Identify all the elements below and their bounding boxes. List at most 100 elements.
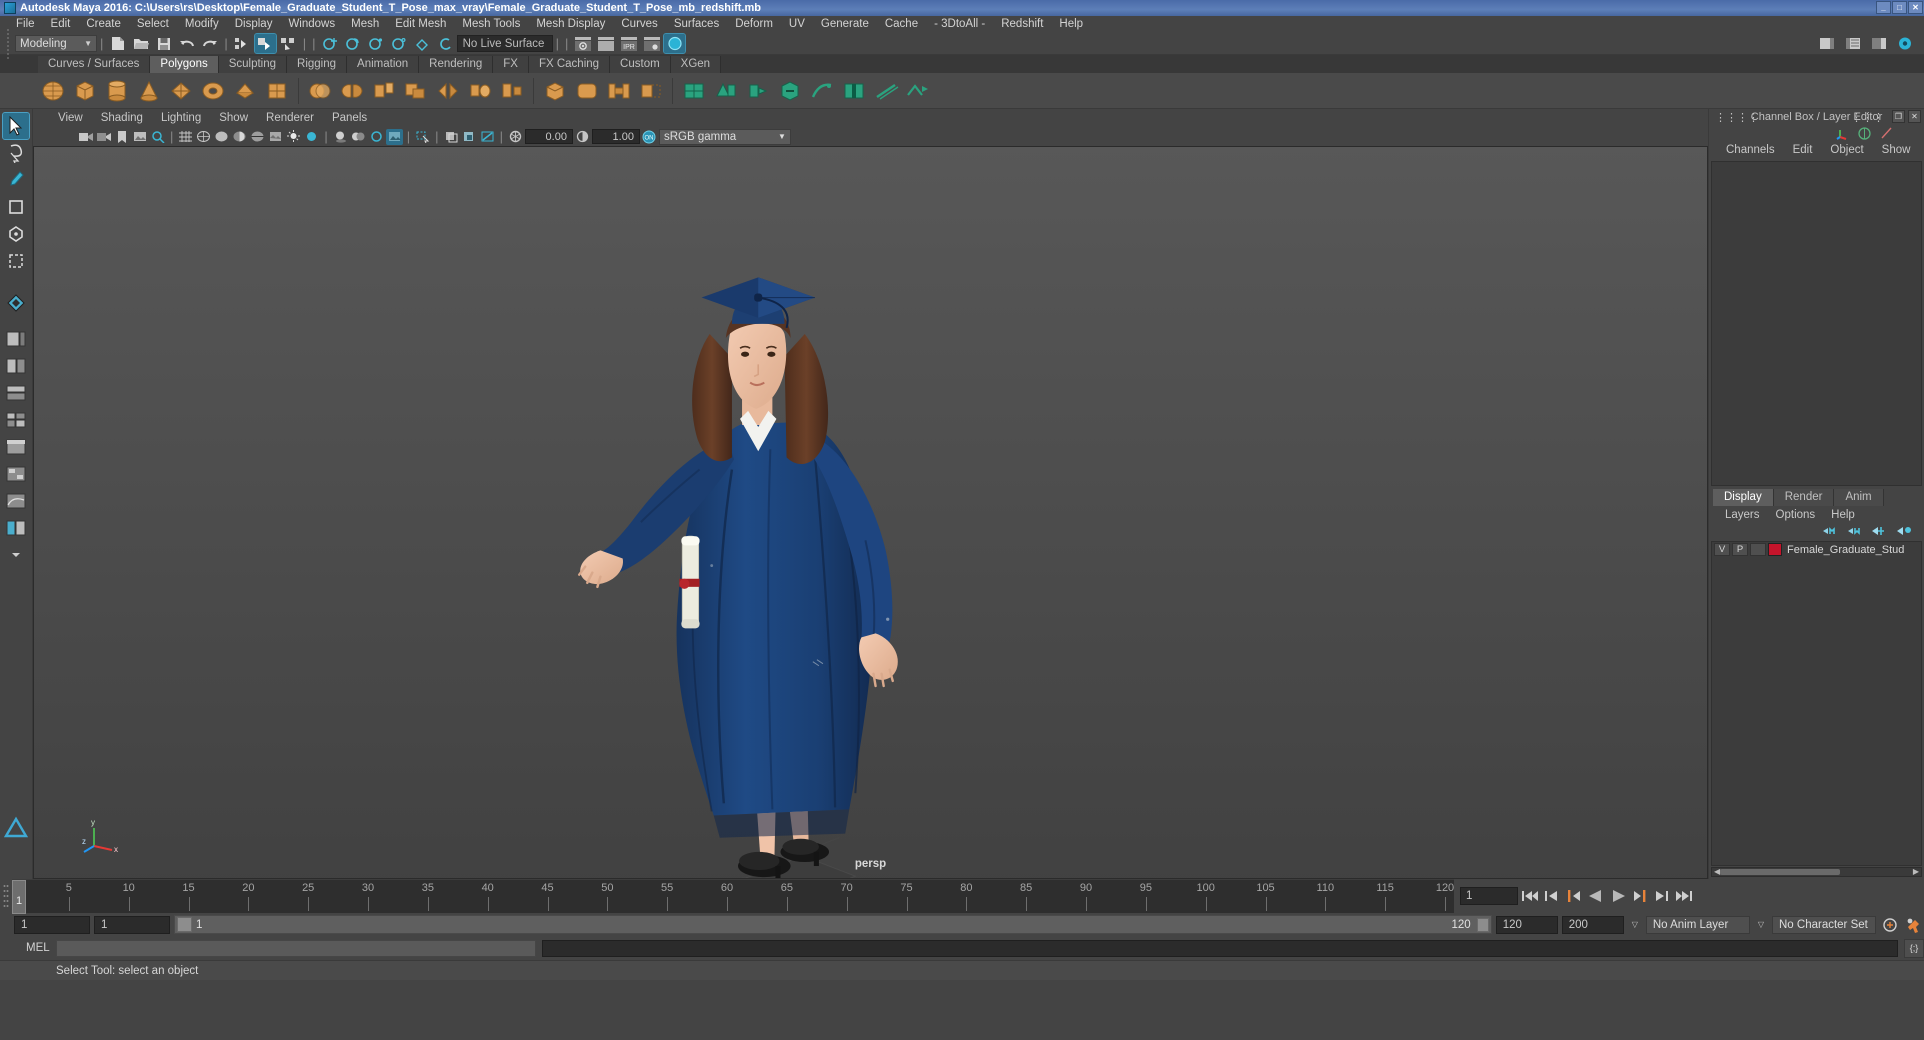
manipulator-axis-icon[interactable] bbox=[1835, 126, 1850, 141]
go-to-start-button[interactable] bbox=[1520, 886, 1540, 906]
minimize-button[interactable]: _ bbox=[1876, 1, 1891, 14]
layer-menu-options[interactable]: Options bbox=[1768, 509, 1824, 521]
anim-end-time-field[interactable]: 200 bbox=[1561, 915, 1624, 934]
gamma-icon[interactable] bbox=[574, 129, 591, 145]
paint-select-tool-button[interactable] bbox=[3, 167, 29, 193]
hypershade-layout-button[interactable] bbox=[3, 461, 29, 487]
shelf-sphere-icon[interactable] bbox=[38, 76, 68, 106]
shelf-offset-edge-loop-icon[interactable] bbox=[871, 76, 901, 106]
smooth-shade-selected-icon[interactable] bbox=[231, 129, 248, 145]
anim-layer-selector[interactable]: No Anim Layer bbox=[1645, 915, 1750, 934]
new-scene-button[interactable] bbox=[107, 34, 128, 53]
snap-to-projected-center-icon[interactable] bbox=[389, 34, 410, 53]
panel-grip[interactable]: ⋮⋮⋮⋮ bbox=[1715, 111, 1759, 124]
layer-list-horizontal-scrollbar[interactable]: ◀ ▶ bbox=[1711, 867, 1922, 877]
panel-grip-right[interactable]: ⋮⋮⋮ bbox=[1851, 111, 1884, 124]
image-plane-icon[interactable] bbox=[131, 129, 148, 145]
viewport-menu-renderer[interactable]: Renderer bbox=[257, 109, 323, 127]
display-layer-list[interactable]: V P Female_Graduate_Stud bbox=[1711, 541, 1922, 866]
anti-aliasing-icon[interactable] bbox=[368, 129, 385, 145]
layer-tab-display[interactable]: Display bbox=[1713, 489, 1774, 506]
close-button[interactable]: ✕ bbox=[1908, 1, 1923, 14]
shelf-tab-xgen[interactable]: XGen bbox=[670, 56, 722, 73]
menu-curves[interactable]: Curves bbox=[613, 16, 665, 33]
menu-mesh-tools[interactable]: Mesh Tools bbox=[454, 16, 528, 33]
use-all-lights-icon[interactable] bbox=[285, 129, 302, 145]
menu-redshift[interactable]: Redshift bbox=[993, 16, 1051, 33]
layer-tab-render[interactable]: Render bbox=[1773, 489, 1835, 506]
anim-layer-chevron-icon[interactable]: ▽ bbox=[1628, 920, 1642, 929]
single-pane-layout-button[interactable] bbox=[3, 326, 29, 352]
shelf-tab-curves-surfaces[interactable]: Curves / Surfaces bbox=[38, 56, 151, 73]
slope-icon[interactable] bbox=[1879, 126, 1894, 141]
light-on-icon[interactable] bbox=[303, 129, 320, 145]
snap-to-points-icon[interactable] bbox=[366, 34, 387, 53]
wireframe-shading-icon[interactable] bbox=[195, 129, 212, 145]
time-slider[interactable]: 1 5 10 15 20 25 30 35 40 45 50 55 60 65 70 75 80 85 90 95 1… bbox=[0, 879, 1924, 914]
layer-menu-help[interactable]: Help bbox=[1823, 509, 1863, 521]
show-hide-tool-settings-icon[interactable] bbox=[1842, 34, 1863, 53]
render-current-frame-icon[interactable] bbox=[572, 34, 593, 53]
two-pane-side-layout-button[interactable] bbox=[3, 353, 29, 379]
snap-to-grids-icon[interactable] bbox=[320, 34, 341, 53]
shelf-cube-icon[interactable] bbox=[70, 76, 100, 106]
menu-3dtoall[interactable]: - 3DtoAll - bbox=[926, 16, 993, 33]
redo-button[interactable] bbox=[199, 34, 220, 53]
shelf-extract-icon[interactable] bbox=[369, 76, 399, 106]
layer-visibility-toggle[interactable]: V bbox=[1714, 543, 1730, 556]
layer-color-swatch[interactable] bbox=[1768, 543, 1782, 556]
ambient-occlusion-icon[interactable] bbox=[350, 129, 367, 145]
shelf-tab-rigging[interactable]: Rigging bbox=[287, 56, 348, 73]
open-scene-button[interactable] bbox=[130, 34, 151, 53]
new-layer-icon[interactable] bbox=[1871, 525, 1887, 537]
persp-graph-layout-button[interactable] bbox=[3, 488, 29, 514]
select-tool-button[interactable] bbox=[2, 112, 30, 140]
step-forward-frame-button[interactable] bbox=[1652, 886, 1672, 906]
menu-windows[interactable]: Windows bbox=[280, 16, 343, 33]
textured-mode-icon[interactable] bbox=[267, 129, 284, 145]
viewport-menu-shading[interactable]: Shading bbox=[92, 109, 152, 127]
persp-render-layout-button[interactable] bbox=[3, 515, 29, 541]
menu-mesh-display[interactable]: Mesh Display bbox=[528, 16, 613, 33]
select-camera-icon[interactable] bbox=[77, 129, 94, 145]
menu-generate[interactable]: Generate bbox=[813, 16, 877, 33]
step-back-frame-button[interactable] bbox=[1542, 886, 1562, 906]
time-slider-grip[interactable] bbox=[0, 879, 12, 913]
shelf-bevel-icon[interactable] bbox=[572, 76, 602, 106]
undo-button[interactable] bbox=[176, 34, 197, 53]
shelf-torus-icon[interactable] bbox=[198, 76, 228, 106]
shelf-multi-cut-icon[interactable] bbox=[711, 76, 741, 106]
shelf-crease-icon[interactable] bbox=[807, 76, 837, 106]
gamma-field[interactable]: 1.00 bbox=[591, 129, 640, 144]
range-start-time-field[interactable]: 1 bbox=[94, 915, 170, 934]
shelf-combine-icon[interactable] bbox=[305, 76, 335, 106]
maximize-button[interactable]: □ bbox=[1892, 1, 1907, 14]
range-right-handle[interactable] bbox=[1476, 917, 1489, 932]
menu-select[interactable]: Select bbox=[129, 16, 177, 33]
select-by-component-type-button[interactable] bbox=[278, 34, 299, 53]
layer-menu-layers[interactable]: Layers bbox=[1717, 509, 1768, 521]
shelf-booleans-icon[interactable] bbox=[401, 76, 431, 106]
current-time-indicator[interactable]: 1 bbox=[12, 880, 26, 914]
shelf-tab-rendering[interactable]: Rendering bbox=[419, 56, 494, 73]
bookmark-icon[interactable] bbox=[113, 129, 130, 145]
menu-edit-mesh[interactable]: Edit Mesh bbox=[387, 16, 454, 33]
menu-mesh[interactable]: Mesh bbox=[343, 16, 387, 33]
shelf-pyramid-icon[interactable] bbox=[262, 76, 292, 106]
move-layer-up-icon[interactable] bbox=[1821, 525, 1837, 537]
layer-playback-toggle[interactable]: P bbox=[1732, 543, 1748, 556]
xray-icon[interactable] bbox=[443, 129, 460, 145]
move-layer-down-icon[interactable] bbox=[1846, 525, 1862, 537]
shelf-insert-edge-loop-icon[interactable] bbox=[839, 76, 869, 106]
isolate-select-icon[interactable] bbox=[414, 129, 431, 145]
go-to-end-button[interactable] bbox=[1674, 886, 1694, 906]
panel-restore-button[interactable]: ❐ bbox=[1892, 110, 1905, 123]
shelf-tab-animation[interactable]: Animation bbox=[347, 56, 420, 73]
make-live-icon[interactable] bbox=[435, 34, 456, 53]
workspace-selector-icon[interactable] bbox=[1894, 34, 1915, 53]
channelbox-menu-channels[interactable]: Channels bbox=[1717, 144, 1784, 156]
grid-toggle-icon[interactable] bbox=[177, 129, 194, 145]
select-by-hierarchy-button[interactable] bbox=[232, 34, 253, 53]
exposure-field[interactable]: 0.00 bbox=[524, 129, 573, 144]
redo-previous-render-icon[interactable] bbox=[595, 34, 616, 53]
